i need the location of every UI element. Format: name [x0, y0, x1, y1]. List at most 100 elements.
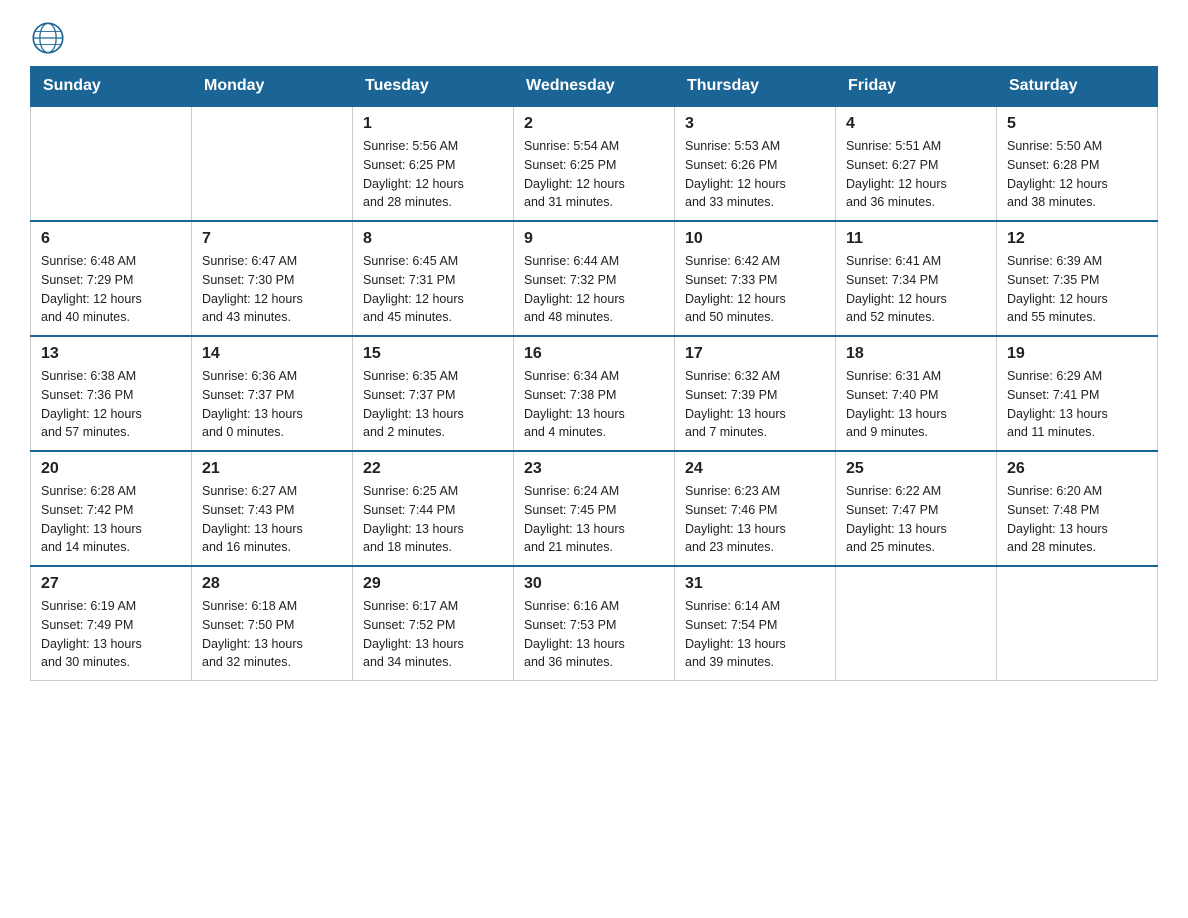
calendar-table: SundayMondayTuesdayWednesdayThursdayFrid… [30, 66, 1158, 681]
calendar-cell: 17 Sunrise: 6:32 AMSunset: 7:39 PMDayligh… [675, 336, 836, 451]
calendar-cell: 27 Sunrise: 6:19 AMSunset: 7:49 PMDayligh… [31, 566, 192, 681]
calendar-cell: 1Sunrise: 5:56 AMSunset: 6:25 PMDaylight… [353, 106, 514, 221]
header-row: SundayMondayTuesdayWednesdayThursdayFrid… [31, 67, 1158, 107]
day-number: 3 [685, 115, 825, 133]
calendar-header: SundayMondayTuesdayWednesdayThursdayFrid… [31, 67, 1158, 107]
day-info: Sunrise: 6:35 AMSunset: 7:37 PMDaylight:… [363, 367, 503, 442]
day-info: Sunrise: 6:18 AMSunset: 7:50 PMDaylight:… [202, 597, 342, 672]
day-number: 8 [363, 230, 503, 248]
day-number: 11 [846, 230, 986, 248]
day-number: 15 [363, 345, 503, 363]
calendar-cell: 18 Sunrise: 6:31 AMSunset: 7:40 PMDayligh… [836, 336, 997, 451]
day-number: 22 [363, 460, 503, 478]
calendar-cell: 16 Sunrise: 6:34 AMSunset: 7:38 PMDayligh… [514, 336, 675, 451]
calendar-cell: 20 Sunrise: 6:28 AMSunset: 7:42 PMDayligh… [31, 451, 192, 566]
calendar-body: 1Sunrise: 5:56 AMSunset: 6:25 PMDaylight… [31, 106, 1158, 681]
week-row-5: 27 Sunrise: 6:19 AMSunset: 7:49 PMDayligh… [31, 566, 1158, 681]
day-number: 18 [846, 345, 986, 363]
week-row-3: 13 Sunrise: 6:38 AMSunset: 7:36 PMDayligh… [31, 336, 1158, 451]
day-number: 24 [685, 460, 825, 478]
day-info: Sunrise: 6:29 AMSunset: 7:41 PMDaylight:… [1007, 367, 1147, 442]
calendar-cell: 24Sunrise: 6:23 AMSunset: 7:46 PMDayligh… [675, 451, 836, 566]
calendar-cell: 6 Sunrise: 6:48 AMSunset: 7:29 PMDaylight… [31, 221, 192, 336]
day-info: Sunrise: 6:22 AMSunset: 7:47 PMDaylight:… [846, 482, 986, 557]
day-info: Sunrise: 6:45 AMSunset: 7:31 PMDaylight:… [363, 252, 503, 327]
calendar-cell: 2 Sunrise: 5:54 AMSunset: 6:25 PMDaylight… [514, 106, 675, 221]
day-info: Sunrise: 6:34 AMSunset: 7:38 PMDaylight:… [524, 367, 664, 442]
day-info: Sunrise: 6:16 AMSunset: 7:53 PMDaylight:… [524, 597, 664, 672]
day-info: Sunrise: 6:38 AMSunset: 7:36 PMDaylight:… [41, 367, 181, 442]
week-row-1: 1Sunrise: 5:56 AMSunset: 6:25 PMDaylight… [31, 106, 1158, 221]
day-number: 12 [1007, 230, 1147, 248]
day-info: Sunrise: 6:19 AMSunset: 7:49 PMDaylight:… [41, 597, 181, 672]
day-number: 27 [41, 575, 181, 593]
day-info: Sunrise: 5:53 AMSunset: 6:26 PMDaylight:… [685, 137, 825, 212]
day-header-sunday: Sunday [31, 67, 192, 107]
logo [30, 20, 70, 56]
calendar-cell: 10 Sunrise: 6:42 AMSunset: 7:33 PMDayligh… [675, 221, 836, 336]
day-info: Sunrise: 6:48 AMSunset: 7:29 PMDaylight:… [41, 252, 181, 327]
day-info: Sunrise: 5:54 AMSunset: 6:25 PMDaylight:… [524, 137, 664, 212]
calendar-cell: 30 Sunrise: 6:16 AMSunset: 7:53 PMDayligh… [514, 566, 675, 681]
day-info: Sunrise: 6:28 AMSunset: 7:42 PMDaylight:… [41, 482, 181, 557]
day-number: 16 [524, 345, 664, 363]
day-number: 10 [685, 230, 825, 248]
calendar-cell: 15 Sunrise: 6:35 AMSunset: 7:37 PMDayligh… [353, 336, 514, 451]
calendar-cell [31, 106, 192, 221]
calendar-cell [836, 566, 997, 681]
day-number: 2 [524, 115, 664, 133]
day-info: Sunrise: 6:27 AMSunset: 7:43 PMDaylight:… [202, 482, 342, 557]
day-info: Sunrise: 5:51 AMSunset: 6:27 PMDaylight:… [846, 137, 986, 212]
day-info: Sunrise: 6:24 AMSunset: 7:45 PMDaylight:… [524, 482, 664, 557]
day-info: Sunrise: 5:50 AMSunset: 6:28 PMDaylight:… [1007, 137, 1147, 212]
day-header-tuesday: Tuesday [353, 67, 514, 107]
calendar-cell: 9Sunrise: 6:44 AMSunset: 7:32 PMDaylight… [514, 221, 675, 336]
calendar-cell: 22Sunrise: 6:25 AMSunset: 7:44 PMDayligh… [353, 451, 514, 566]
day-number: 30 [524, 575, 664, 593]
calendar-cell: 28 Sunrise: 6:18 AMSunset: 7:50 PMDayligh… [192, 566, 353, 681]
day-number: 19 [1007, 345, 1147, 363]
day-number: 28 [202, 575, 342, 593]
day-number: 4 [846, 115, 986, 133]
day-number: 13 [41, 345, 181, 363]
day-info: Sunrise: 5:56 AMSunset: 6:25 PMDaylight:… [363, 137, 503, 212]
page-header [30, 20, 1158, 56]
calendar-cell: 7Sunrise: 6:47 AMSunset: 7:30 PMDaylight… [192, 221, 353, 336]
calendar-cell: 5Sunrise: 5:50 AMSunset: 6:28 PMDaylight… [997, 106, 1158, 221]
calendar-cell: 14 Sunrise: 6:36 AMSunset: 7:37 PMDayligh… [192, 336, 353, 451]
day-number: 21 [202, 460, 342, 478]
day-header-saturday: Saturday [997, 67, 1158, 107]
calendar-cell: 19 Sunrise: 6:29 AMSunset: 7:41 PMDayligh… [997, 336, 1158, 451]
day-info: Sunrise: 6:36 AMSunset: 7:37 PMDaylight:… [202, 367, 342, 442]
day-number: 20 [41, 460, 181, 478]
day-header-thursday: Thursday [675, 67, 836, 107]
calendar-cell: 31Sunrise: 6:14 AMSunset: 7:54 PMDayligh… [675, 566, 836, 681]
day-number: 6 [41, 230, 181, 248]
day-number: 25 [846, 460, 986, 478]
day-number: 26 [1007, 460, 1147, 478]
day-number: 29 [363, 575, 503, 593]
day-number: 14 [202, 345, 342, 363]
calendar-cell: 11 Sunrise: 6:41 AMSunset: 7:34 PMDayligh… [836, 221, 997, 336]
day-number: 17 [685, 345, 825, 363]
calendar-cell: 29 Sunrise: 6:17 AMSunset: 7:52 PMDayligh… [353, 566, 514, 681]
day-info: Sunrise: 6:20 AMSunset: 7:48 PMDaylight:… [1007, 482, 1147, 557]
day-number: 31 [685, 575, 825, 593]
week-row-4: 20 Sunrise: 6:28 AMSunset: 7:42 PMDayligh… [31, 451, 1158, 566]
day-header-monday: Monday [192, 67, 353, 107]
day-info: Sunrise: 6:44 AMSunset: 7:32 PMDaylight:… [524, 252, 664, 327]
calendar-cell: 8 Sunrise: 6:45 AMSunset: 7:31 PMDaylight… [353, 221, 514, 336]
day-info: Sunrise: 6:39 AMSunset: 7:35 PMDaylight:… [1007, 252, 1147, 327]
calendar-cell: 12 Sunrise: 6:39 AMSunset: 7:35 PMDayligh… [997, 221, 1158, 336]
day-info: Sunrise: 6:17 AMSunset: 7:52 PMDaylight:… [363, 597, 503, 672]
day-header-friday: Friday [836, 67, 997, 107]
calendar-cell: 25 Sunrise: 6:22 AMSunset: 7:47 PMDayligh… [836, 451, 997, 566]
day-info: Sunrise: 6:42 AMSunset: 7:33 PMDaylight:… [685, 252, 825, 327]
day-number: 7 [202, 230, 342, 248]
day-header-wednesday: Wednesday [514, 67, 675, 107]
day-info: Sunrise: 6:32 AMSunset: 7:39 PMDaylight:… [685, 367, 825, 442]
calendar-cell [997, 566, 1158, 681]
week-row-2: 6 Sunrise: 6:48 AMSunset: 7:29 PMDaylight… [31, 221, 1158, 336]
day-info: Sunrise: 6:31 AMSunset: 7:40 PMDaylight:… [846, 367, 986, 442]
day-info: Sunrise: 6:41 AMSunset: 7:34 PMDaylight:… [846, 252, 986, 327]
